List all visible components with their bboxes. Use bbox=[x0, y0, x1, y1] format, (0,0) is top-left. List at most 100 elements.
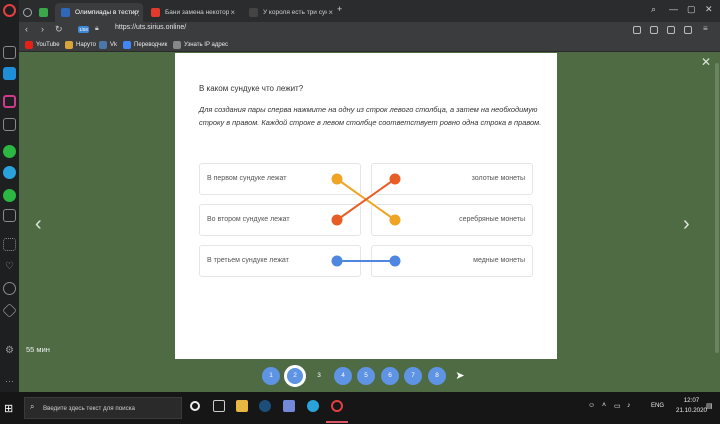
page-content: ✕ ‹ › 55 мин В каком сундуке что лежит? … bbox=[19, 53, 720, 392]
naruto-icon bbox=[65, 41, 73, 49]
windows-start-icon[interactable]: ⊞ bbox=[4, 402, 13, 415]
search-tabs-icon[interactable]: ⌕ bbox=[651, 4, 656, 15]
browser-sidebar: ♡ ⚙ ··· bbox=[0, 0, 19, 392]
reload-icon[interactable]: ↻ bbox=[55, 24, 63, 35]
whatsapp-icon-2[interactable] bbox=[3, 189, 16, 202]
more-icon[interactable]: ··· bbox=[3, 376, 16, 389]
page-6-button[interactable]: 6 bbox=[381, 367, 399, 385]
tab-bani[interactable]: Бани замена некоторых × bbox=[145, 3, 241, 22]
grid-icon[interactable] bbox=[3, 238, 16, 251]
chevron-up-icon[interactable]: ˄ bbox=[602, 402, 606, 409]
close-tab-icon[interactable]: × bbox=[230, 3, 235, 22]
speaker-icon[interactable]: ♪ bbox=[627, 402, 631, 409]
right-option-1[interactable]: золотые монеты bbox=[371, 163, 533, 195]
history-icon[interactable] bbox=[3, 282, 16, 295]
download-icon[interactable] bbox=[684, 26, 692, 34]
workspace-icon[interactable] bbox=[21, 3, 35, 22]
tab-king[interactable]: У короля есть три сундук × bbox=[243, 3, 339, 22]
question-card: В каком сундуке что лежит? Для создания … bbox=[175, 53, 557, 359]
right-option-2[interactable]: серебряные монеты bbox=[371, 204, 533, 236]
file-explorer-icon[interactable] bbox=[236, 400, 248, 412]
close-icon[interactable]: ✕ bbox=[701, 55, 711, 69]
language-indicator[interactable]: ENG bbox=[651, 403, 664, 409]
page-2-button[interactable]: 2 bbox=[284, 365, 306, 387]
bookmark-vk[interactable]: Vk bbox=[99, 40, 117, 50]
active-app-indicator bbox=[326, 421, 348, 423]
speed-dial-icon[interactable] bbox=[3, 46, 16, 59]
translator-icon bbox=[123, 41, 131, 49]
tv-icon[interactable] bbox=[3, 209, 16, 222]
maximize-icon[interactable]: ▢ bbox=[687, 4, 696, 15]
bookmarks-bar: YouTube Наруто Vk Переводчик Узнать IP а… bbox=[19, 38, 720, 52]
network-icon[interactable]: ▭ bbox=[614, 402, 621, 410]
camera-icon[interactable] bbox=[633, 26, 641, 34]
person-icon[interactable]: ☺ bbox=[588, 402, 595, 409]
close-tab-icon[interactable]: × bbox=[328, 3, 333, 22]
page-1-button[interactable]: 1 bbox=[262, 367, 280, 385]
clock[interactable]: 12:07 21.10.2020 bbox=[676, 396, 707, 416]
forward-icon[interactable]: › bbox=[41, 24, 44, 34]
page-favicon-icon bbox=[249, 8, 258, 17]
minimize-icon[interactable]: — bbox=[669, 4, 678, 14]
plus-icon[interactable]: + bbox=[337, 4, 342, 14]
tab-label: Бани замена некоторых bbox=[165, 9, 229, 16]
tab-count-badge: 1/58 bbox=[78, 26, 89, 33]
opera-logo-icon[interactable] bbox=[3, 4, 16, 17]
address-bar: ‹ › ↻ 1/58 🔒︎ https://uts.sirius.online/… bbox=[19, 22, 720, 38]
telegram-icon[interactable] bbox=[3, 166, 16, 179]
extensions-icon[interactable] bbox=[2, 303, 17, 318]
left-option-3[interactable]: В третьем сундуке лежат bbox=[199, 245, 361, 277]
close-tab-icon[interactable]: × bbox=[132, 3, 137, 22]
question-instructions: Для создания пары сперва нажмите на одну… bbox=[199, 105, 542, 127]
menu-icon[interactable]: ≡ bbox=[703, 24, 708, 33]
timer: 55 мин bbox=[26, 345, 50, 354]
bookmark-ip[interactable]: Узнать IP адрес bbox=[173, 40, 228, 50]
pinned-tab-icon[interactable] bbox=[37, 3, 51, 22]
telegram-taskbar-icon[interactable] bbox=[307, 400, 319, 412]
settings-icon[interactable]: ⚙ bbox=[3, 344, 16, 357]
bookmark-naruto[interactable]: Наруто bbox=[65, 40, 96, 50]
page-8-button[interactable]: 8 bbox=[428, 367, 446, 385]
taskbar-search-placeholder: Введите здесь текст для поиска bbox=[43, 405, 135, 412]
page-3-button[interactable]: 3 bbox=[310, 367, 328, 385]
clock-date: 21.10.2020 bbox=[676, 407, 707, 414]
cortana-icon[interactable] bbox=[190, 401, 200, 411]
opera-taskbar-icon[interactable] bbox=[331, 400, 343, 412]
search-icon: ⌕ bbox=[30, 402, 35, 411]
flow-icon[interactable] bbox=[667, 26, 675, 34]
task-view-icon[interactable] bbox=[213, 400, 225, 412]
page-5-button[interactable]: 5 bbox=[357, 367, 375, 385]
vk-icon[interactable] bbox=[3, 118, 16, 131]
messenger-icon[interactable] bbox=[3, 67, 16, 80]
page-4-button[interactable]: 4 bbox=[334, 367, 352, 385]
notifications-icon[interactable]: ▤ bbox=[706, 402, 713, 410]
bookmark-youtube[interactable]: YouTube bbox=[25, 40, 60, 50]
right-option-3[interactable]: медные монеты bbox=[371, 245, 533, 277]
url-field[interactable]: https://uts.sirius.online/ bbox=[115, 24, 186, 31]
tab-label: Олимпиады в тестирующ bbox=[75, 9, 139, 16]
instagram-icon[interactable] bbox=[3, 95, 16, 108]
tab-olympiad[interactable]: Олимпиады в тестирующ × bbox=[55, 3, 143, 22]
ip-icon bbox=[173, 41, 181, 49]
left-option-1[interactable]: В первом сундуке лежат bbox=[199, 163, 361, 195]
steam-icon[interactable] bbox=[259, 400, 271, 412]
yandex-favicon-icon bbox=[151, 8, 160, 17]
prev-question-icon[interactable]: ‹ bbox=[35, 213, 42, 236]
next-question-icon[interactable]: › bbox=[683, 213, 690, 236]
whatsapp-icon[interactable] bbox=[3, 145, 16, 158]
sirius-favicon-icon bbox=[61, 8, 70, 17]
heart-icon[interactable]: ♡ bbox=[3, 260, 16, 273]
discord-icon[interactable] bbox=[283, 400, 295, 412]
scrollbar[interactable] bbox=[715, 63, 719, 353]
back-icon[interactable]: ‹ bbox=[25, 24, 28, 34]
send-icon[interactable]: ➤ bbox=[451, 367, 469, 385]
taskbar-search[interactable]: ⌕ Введите здесь текст для поиска bbox=[24, 397, 182, 419]
clock-time: 12:07 bbox=[683, 397, 700, 404]
bookmark-translator[interactable]: Переводчик bbox=[123, 40, 167, 50]
page-7-button[interactable]: 7 bbox=[404, 367, 422, 385]
close-window-icon[interactable]: ✕ bbox=[705, 4, 713, 15]
question-title: В каком сундуке что лежит? bbox=[199, 84, 304, 93]
tab-label: У короля есть три сундук bbox=[263, 9, 327, 16]
left-option-2[interactable]: Во втором сундуке лежат bbox=[199, 204, 361, 236]
heart-bookmark-icon[interactable] bbox=[650, 26, 658, 34]
